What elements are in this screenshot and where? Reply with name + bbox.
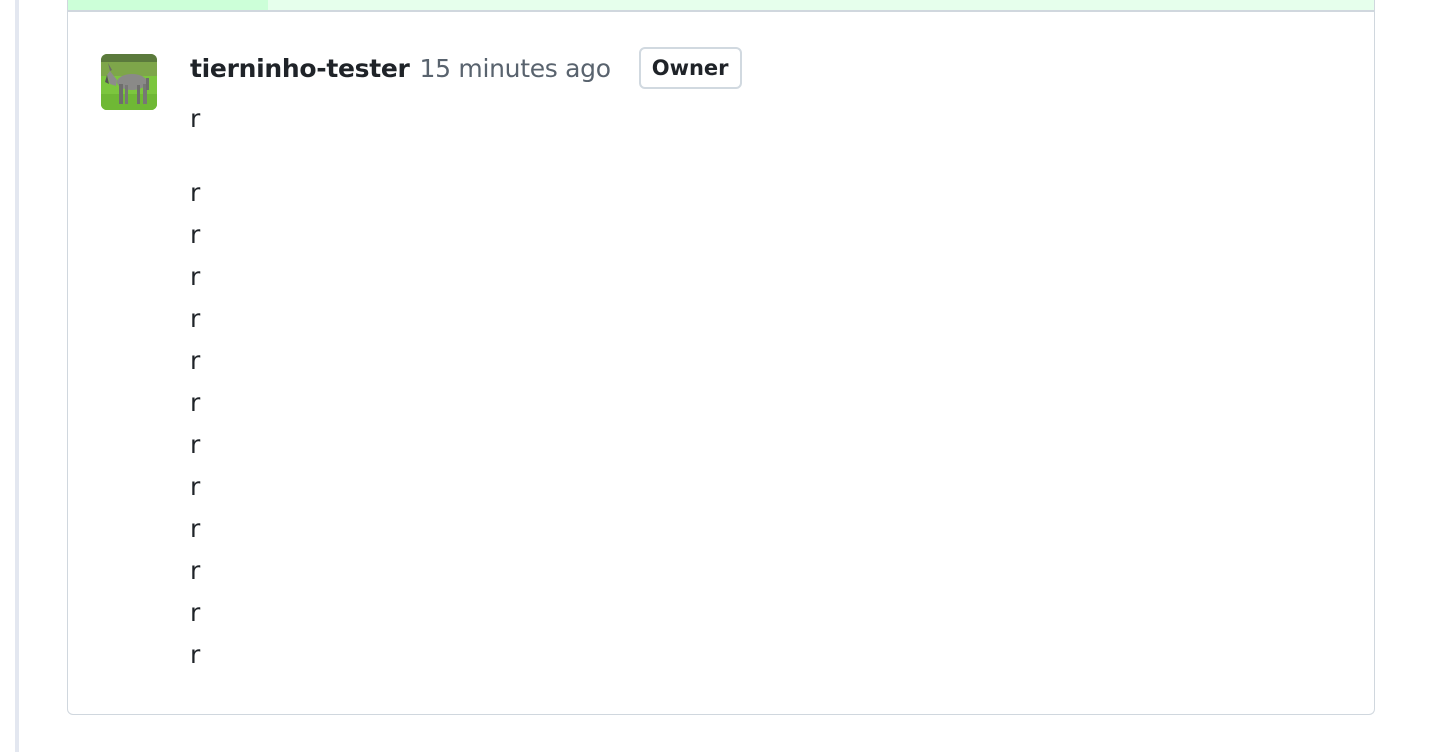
comment-body-line: r — [190, 598, 201, 627]
comment-body-line: r — [190, 220, 201, 249]
comment-timestamp[interactable]: 15 minutes ago — [420, 54, 611, 83]
comment-author-link[interactable]: tierninho-tester — [190, 54, 410, 83]
comment-card: tierninho-tester 15 minutes ago Owner r … — [67, 0, 1375, 715]
comment-body-line: r — [190, 104, 201, 133]
comment-body-line: r — [190, 514, 201, 543]
owner-badge: Owner — [638, 47, 742, 89]
comment-body-line: r — [190, 304, 201, 333]
comment-body-line: r — [190, 178, 201, 207]
comment-body-line: r — [190, 556, 201, 585]
comment-body-line: r — [190, 262, 201, 291]
avatar[interactable] — [101, 54, 157, 110]
diff-added-marker — [68, 0, 268, 10]
comment-body: r r r r r r r r r r r r r — [190, 98, 200, 676]
donkey-avatar-photo — [101, 54, 157, 110]
comment-body-line: r — [190, 430, 201, 459]
comment-body-line: r — [190, 388, 201, 417]
timeline-rail — [15, 0, 19, 752]
comment-body-line: r — [190, 472, 201, 501]
comment-body-line: r — [190, 346, 201, 375]
comment-header: tierninho-tester 15 minutes ago Owner — [190, 47, 742, 89]
comment-body-line: r — [190, 640, 201, 669]
page: tierninho-tester 15 minutes ago Owner r … — [0, 0, 1436, 752]
diff-added-strip — [68, 0, 1374, 12]
